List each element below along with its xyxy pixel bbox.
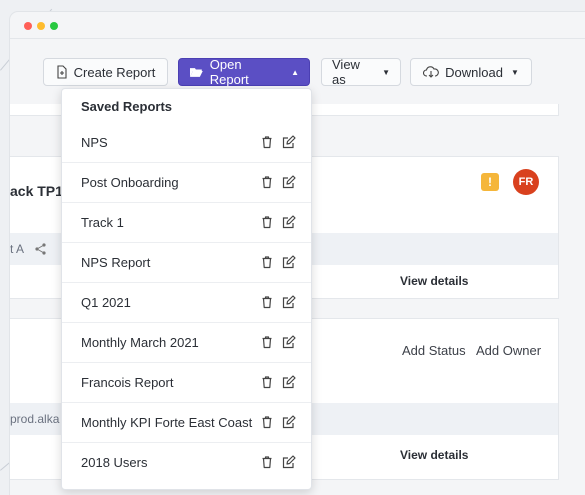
saved-report-label: NPS <box>81 135 108 150</box>
edit-icon[interactable] <box>282 135 296 149</box>
titlebar-divider <box>10 38 585 39</box>
view-as-label: View as <box>332 57 360 87</box>
create-report-label: Create Report <box>73 64 156 80</box>
saved-report-item[interactable]: Post Onboarding <box>62 163 311 203</box>
folder-open-icon <box>189 68 203 77</box>
view-details-link[interactable]: View details <box>400 274 468 288</box>
alert-badge[interactable]: ! <box>481 173 499 191</box>
trash-icon[interactable] <box>260 375 274 389</box>
saved-report-item[interactable]: Monthly March 2021 <box>62 323 311 363</box>
saved-report-label: 2018 Users <box>81 455 148 470</box>
edit-icon[interactable] <box>282 295 296 309</box>
download-label: Download <box>445 64 503 80</box>
window-controls <box>24 22 58 30</box>
saved-report-item[interactable]: Monthly KPI Forte East Coast <box>62 403 311 443</box>
saved-report-label: Q1 2021 <box>81 295 131 310</box>
meta-label: t A <box>10 242 25 256</box>
saved-report-label: Monthly March 2021 <box>81 335 199 350</box>
saved-report-label: Post Onboarding <box>81 175 179 190</box>
saved-reports-dropdown: Saved Reports NPS Post Onboarding Track 1 N… <box>61 88 312 490</box>
saved-report-label: Track 1 <box>81 215 124 230</box>
url-label: prod.alka <box>10 412 60 426</box>
avatar[interactable]: FR <box>513 169 539 195</box>
edit-icon[interactable] <box>282 375 296 389</box>
edit-icon[interactable] <box>282 415 296 429</box>
saved-reports-header: Saved Reports <box>81 99 173 114</box>
report-card-title: ack TP1 <box>10 183 63 199</box>
minimize-window-button[interactable] <box>37 22 45 30</box>
edit-icon[interactable] <box>282 335 296 349</box>
trash-icon[interactable] <box>260 295 274 309</box>
edit-icon[interactable] <box>282 175 296 189</box>
chevron-down-icon: ▼ <box>382 67 390 77</box>
trash-icon[interactable] <box>260 135 274 149</box>
saved-report-label: Monthly KPI Forte East Coast <box>81 415 253 430</box>
saved-report-item[interactable]: NPS Report <box>62 243 311 283</box>
view-details-link[interactable]: View details <box>400 448 468 462</box>
trash-icon[interactable] <box>260 415 274 429</box>
close-window-button[interactable] <box>24 22 32 30</box>
saved-report-item[interactable]: 2018 Users <box>62 443 311 483</box>
chevron-down-icon: ▼ <box>510 67 519 77</box>
maximize-window-button[interactable] <box>50 22 58 30</box>
report-toolbar: Create Report Open Report ▲ View as ▼ Do… <box>10 57 585 87</box>
network-icon <box>35 243 46 255</box>
saved-report-item[interactable]: Francois Report <box>62 363 311 403</box>
edit-icon[interactable] <box>282 215 296 229</box>
saved-report-label: Francois Report <box>81 375 174 390</box>
document-plus-icon <box>57 65 67 79</box>
edit-icon[interactable] <box>282 455 296 469</box>
trash-icon[interactable] <box>260 175 274 189</box>
add-status-link[interactable]: Add Status <box>402 343 466 358</box>
chevron-up-icon: ▲ <box>291 67 299 77</box>
saved-report-item[interactable]: Q1 2021 <box>62 283 311 323</box>
trash-icon[interactable] <box>260 215 274 229</box>
saved-report-item[interactable]: Track 1 <box>62 203 311 243</box>
open-report-label: Open Report <box>209 57 249 87</box>
edit-icon[interactable] <box>282 255 296 269</box>
create-report-button[interactable]: Create Report <box>43 58 168 86</box>
add-owner-link[interactable]: Add Owner <box>476 343 541 358</box>
saved-report-label: NPS Report <box>81 255 151 270</box>
trash-icon[interactable] <box>260 255 274 269</box>
download-button[interactable]: Download ▼ <box>410 58 532 86</box>
view-as-button[interactable]: View as ▼ <box>321 57 401 87</box>
trash-icon[interactable] <box>260 335 274 349</box>
open-report-button[interactable]: Open Report ▲ <box>178 57 310 87</box>
cloud-download-icon <box>423 66 439 78</box>
trash-icon[interactable] <box>260 455 274 469</box>
saved-report-item[interactable]: NPS <box>62 123 311 163</box>
